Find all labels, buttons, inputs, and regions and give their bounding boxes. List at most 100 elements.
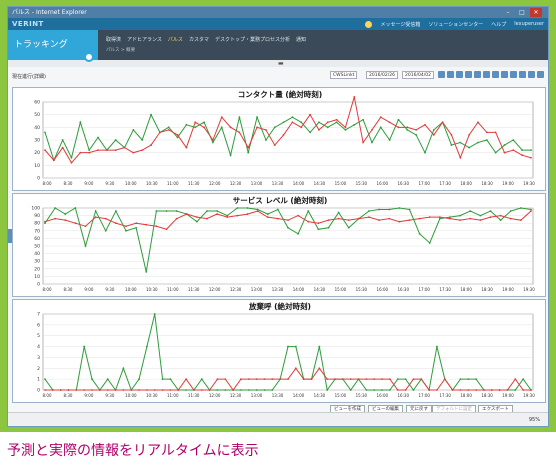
data-point [167, 126, 170, 129]
data-point [88, 151, 91, 154]
settings-icon[interactable] [492, 71, 499, 78]
refresh-icon[interactable] [365, 20, 373, 28]
data-point [489, 210, 492, 212]
data-point [238, 116, 241, 119]
refresh-icon[interactable] [537, 71, 544, 78]
data-point [512, 149, 515, 152]
tab-desktop-analytics[interactable]: デスクトップ・業務プロセス分析 [215, 36, 290, 43]
data-point [432, 128, 435, 131]
data-point [114, 389, 117, 391]
collapse-arrow-icon[interactable] [84, 52, 94, 62]
data-point [499, 219, 502, 222]
tab-schedule[interactable]: 取得済 [106, 36, 121, 43]
chart-panel-abandoned: 放棄呼 (絶対時刻) 0 1 2 3 4 5 6 7 8:00 8:30 9:00 9:30 10:00… [12, 299, 546, 403]
data-point [420, 378, 423, 381]
data-point [450, 144, 453, 146]
data-point [418, 217, 421, 220]
grid-icon[interactable] [456, 71, 463, 78]
zoom-in-icon[interactable] [501, 71, 508, 78]
data-point [519, 207, 522, 209]
x-tick-label: 8:30 [63, 181, 72, 186]
data-point [349, 389, 352, 391]
maximize-button[interactable]: □ [516, 8, 528, 17]
tab-customer[interactable]: カスタマ [189, 36, 209, 43]
y-tick-label: 2 [37, 366, 40, 372]
data-point [428, 216, 431, 219]
header-link-solution[interactable]: ソリューションセンター [428, 21, 483, 28]
y-tick-label: 100 [31, 206, 40, 212]
data-point [98, 389, 101, 391]
x-tick-label: 10:30 [146, 287, 158, 292]
data-point [291, 116, 294, 119]
chart-icon[interactable] [474, 71, 481, 78]
x-tick-label: 11:00 [167, 393, 179, 398]
data-point [347, 219, 350, 222]
data-point [67, 389, 70, 391]
data-point [381, 378, 383, 381]
data-point [54, 217, 57, 220]
x-tick-label: 19:00 [502, 393, 514, 398]
prev-icon[interactable] [438, 71, 445, 78]
x-tick-label: 11:30 [188, 181, 200, 186]
data-point [282, 121, 285, 124]
data-point [412, 378, 415, 381]
zoom-out-icon[interactable] [510, 71, 517, 78]
data-point [467, 378, 470, 381]
user-name[interactable]: lexuperuser [514, 21, 544, 27]
close-button[interactable]: ✕ [530, 8, 542, 17]
date-to-field[interactable]: 2016/04/02 [402, 71, 434, 79]
period-select[interactable]: CWSLinkt [330, 71, 358, 79]
collapse-handle-icon[interactable]: ▬ [278, 60, 284, 67]
data-point [353, 96, 356, 98]
x-tick-label: 17:00 [418, 287, 430, 292]
data-point [216, 389, 219, 391]
x-tick-label: 19:00 [502, 287, 514, 292]
data-point [145, 270, 148, 273]
data-point [381, 389, 383, 391]
next-icon[interactable] [447, 71, 454, 78]
data-point [220, 126, 223, 129]
data-point [84, 245, 87, 247]
data-point [428, 389, 430, 391]
x-tick-label: 9:30 [105, 181, 114, 186]
header-link-help[interactable]: ヘルプ [491, 21, 506, 28]
data-point [344, 126, 347, 129]
data-point [459, 389, 462, 391]
x-tick-label: 19:30 [523, 393, 535, 398]
view-toolbar: 現在進行(詳細) CWSLinkt 2016/02/26 2016/04/02 [8, 67, 548, 85]
data-point [141, 149, 144, 152]
charts-area: コンタクト量 (絶対時刻) 0 10 20 30 40 50 60 8:00 8:30 9:00 9… [12, 87, 546, 405]
data-point [200, 378, 203, 381]
tab-notifications[interactable]: 通知 [296, 36, 306, 43]
data-point [287, 226, 289, 229]
view-title: 現在進行(詳細) [12, 74, 46, 80]
data-point [263, 378, 266, 381]
data-point [224, 378, 227, 381]
data-point [229, 154, 232, 157]
tab-bar: 取得済 アドヒアランス パルス カスタマ デスクトップ・業務プロセス分析 通知 [106, 36, 306, 43]
data-point [326, 121, 329, 124]
data-point [310, 378, 313, 381]
y-tick-label: 60 [34, 100, 40, 106]
x-tick-label: 14:30 [314, 393, 326, 398]
data-point [224, 389, 227, 391]
print-icon[interactable] [519, 71, 526, 78]
data-point [122, 367, 125, 370]
table-icon[interactable] [483, 71, 490, 78]
export-icon[interactable] [528, 71, 535, 78]
data-point [271, 389, 274, 391]
date-from-field[interactable]: 2016/02/26 [366, 71, 398, 79]
side-panel-toggle[interactable] [8, 229, 12, 243]
header-link-inbox[interactable]: メッセージ受信箱 [380, 21, 420, 28]
tab-pulse[interactable]: パルス [168, 36, 183, 43]
data-point [406, 128, 409, 131]
y-tick-label: 50 [34, 112, 40, 118]
tab-adherance[interactable]: アドヒアランス [127, 36, 162, 43]
x-tick-label: 15:30 [356, 393, 368, 398]
x-tick-label: 16:30 [397, 181, 409, 186]
status-bar: 95% [8, 412, 548, 426]
minimize-button[interactable]: – [502, 8, 514, 17]
data-point [318, 128, 320, 131]
list-icon[interactable] [465, 71, 472, 78]
zoom-level[interactable]: 95% [529, 417, 540, 423]
